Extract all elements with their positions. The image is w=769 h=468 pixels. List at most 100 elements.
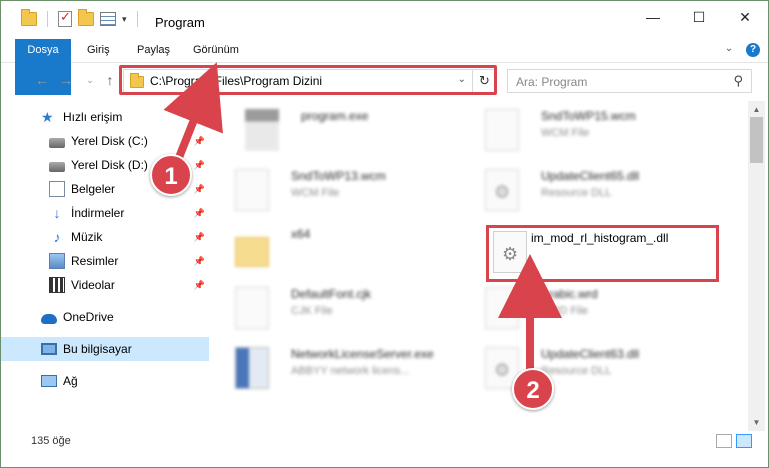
maximize-button[interactable]: ☐ (676, 1, 722, 33)
ribbon-right-controls: ⌄ ? (722, 43, 760, 57)
tab-share[interactable]: Paylaş (125, 39, 182, 62)
up-arrow-icon[interactable]: ↑ (101, 71, 119, 89)
file-type: WCM File (541, 127, 590, 139)
tab-home[interactable]: Giriş (75, 39, 122, 62)
network-icon (41, 375, 57, 387)
file-name: im_mod_rl_histogram_.dll (531, 231, 669, 245)
sidebar-item-videos[interactable]: Videolar 📌 (1, 273, 209, 297)
folder-item[interactable]: x64 (213, 223, 453, 279)
file-item[interactable]: SndToWP15.wcm WCM File (463, 105, 703, 161)
toolbar-separator (47, 11, 48, 27)
sidebar-item-label: Ağ (63, 374, 78, 388)
vertical-scrollbar[interactable]: ▲ ▼ (748, 101, 765, 431)
properties-icon[interactable] (100, 12, 116, 26)
file-item[interactable]: DefaultFont.cjk CJK File (213, 283, 453, 339)
details-view-icon[interactable] (716, 434, 732, 448)
pin-icon: 📌 (193, 159, 205, 170)
file-name: UpdateClient63.dll (541, 347, 640, 361)
file-item[interactable]: SndToWP13.wcm WCM File (213, 165, 453, 221)
folder-name: x64 (291, 227, 311, 241)
recent-locations-icon[interactable]: ⌄ (81, 71, 99, 89)
window-controls: — ☐ ✕ (630, 1, 768, 33)
pin-icon: 📌 (193, 183, 205, 194)
sidebar-item-downloads[interactable]: ↓ İndirmeler 📌 (1, 201, 209, 225)
file-item[interactable]: Arabic.wrd WRD File (463, 283, 703, 339)
sidebar-item-label: Yerel Disk (D:) (71, 158, 148, 172)
toolbar-separator (136, 11, 138, 27)
view-buttons (716, 434, 752, 448)
file-icon (235, 169, 269, 211)
scroll-down-icon[interactable]: ▼ (748, 414, 765, 431)
refresh-button[interactable]: ↻ (472, 70, 496, 92)
address-bar[interactable]: C:\Program Files\Program Dizini ⌄ ↻ (123, 69, 497, 93)
address-dropdown-icon[interactable]: ⌄ (458, 74, 466, 85)
file-name: DefaultFont.cjk (291, 287, 372, 301)
file-item[interactable]: NetworkLicenseServer.exe ABBYY network l… (213, 343, 453, 399)
sidebar-item-pictures[interactable]: Resimler 📌 (1, 249, 209, 273)
disk-icon (49, 137, 65, 148)
disk-icon (49, 161, 65, 172)
status-bar: 135 öğe (1, 431, 768, 453)
sidebar-item-quick-access[interactable]: ★ Hızlı erişim (1, 105, 209, 129)
sidebar-item-label: Bu bilgisayar (63, 342, 132, 356)
file-type: WRD File (541, 305, 589, 317)
forward-arrow-icon[interactable]: → (57, 71, 75, 89)
file-item[interactable]: UpdateClient65.dll Resource DLL (463, 165, 703, 221)
sidebar-item-network[interactable]: Ağ (1, 369, 209, 393)
customize-toolbar-dropdown-icon[interactable]: ▾ (122, 14, 127, 25)
sidebar-item-label: Hızlı erişim (63, 110, 123, 124)
dll-file-icon (493, 231, 527, 273)
annotation-badge-1: 1 (150, 154, 192, 196)
file-item[interactable]: im_mod_rl_histogram_.dll (471, 227, 711, 283)
pin-icon: 📌 (193, 231, 205, 242)
sidebar-item-label: Yerel Disk (C:) (71, 134, 148, 148)
pictures-icon (49, 253, 65, 269)
item-count: 135 öğe (31, 435, 71, 447)
file-name: NetworkLicenseServer.exe (291, 347, 434, 361)
navigation-bar: ← → ⌄ ↑ C:\Program Files\Program Dizini … (1, 65, 768, 97)
file-name: SndToWP13.wcm (291, 169, 386, 183)
close-button[interactable]: ✕ (722, 1, 768, 33)
documents-icon (49, 181, 65, 197)
highlighted-dll-file[interactable]: im_mod_rl_histogram_.dll (486, 225, 719, 282)
window-title: Program (155, 15, 205, 30)
quick-access-toolbar: ▾ (21, 9, 142, 27)
ribbon-tabs: Dosya Giriş Paylaş Görünüm ⌄ ? (1, 39, 768, 95)
search-icon[interactable]: ⚲ (733, 73, 743, 89)
file-item[interactable]: program.exe (223, 105, 463, 161)
address-folder-icon (130, 73, 144, 88)
file-icon (485, 109, 519, 151)
new-folder-icon[interactable] (78, 9, 94, 26)
properties-check-icon[interactable] (58, 9, 72, 27)
sidebar-item-this-pc[interactable]: Bu bilgisayar (1, 337, 209, 361)
search-input[interactable]: Ara: Program (516, 75, 587, 89)
sidebar-item-label: Resimler (71, 254, 119, 268)
annotation-badge-2: 2 (512, 368, 554, 410)
minimize-button[interactable]: — (630, 1, 676, 33)
scroll-thumb[interactable] (750, 117, 763, 163)
file-item[interactable]: UpdateClient63.dll Resource DLL (463, 343, 703, 399)
address-path[interactable]: C:\Program Files\Program Dizini (150, 74, 322, 88)
scroll-up-icon[interactable]: ▲ (748, 101, 765, 118)
back-arrow-icon[interactable]: ← (33, 71, 51, 89)
quick-access-star-icon: ★ (41, 109, 54, 125)
downloads-icon: ↓ (53, 205, 61, 221)
tab-view[interactable]: Görünüm (181, 39, 251, 62)
sidebar-item-label: OneDrive (63, 310, 114, 324)
sidebar-item-local-disk-c[interactable]: Yerel Disk (C:) 📌 (1, 129, 209, 153)
this-pc-icon (41, 343, 57, 355)
file-name: UpdateClient65.dll (541, 169, 640, 183)
search-box[interactable]: Ara: Program ⚲ (507, 69, 752, 93)
onedrive-cloud-icon (41, 313, 57, 324)
sidebar-item-music[interactable]: ♪ Müzik 📌 (1, 225, 209, 249)
file-type: Resource DLL (541, 365, 612, 377)
sidebar-item-onedrive[interactable]: OneDrive (1, 305, 209, 329)
help-icon[interactable]: ? (746, 43, 760, 57)
folder-icon[interactable] (21, 9, 37, 26)
large-icons-view-icon[interactable] (736, 434, 752, 448)
file-type: WCM File (291, 187, 340, 199)
pin-icon: 📌 (193, 255, 205, 266)
dll-file-icon (485, 169, 519, 211)
expand-ribbon-icon[interactable]: ⌄ (722, 43, 736, 57)
file-name: SndToWP15.wcm (541, 109, 636, 123)
